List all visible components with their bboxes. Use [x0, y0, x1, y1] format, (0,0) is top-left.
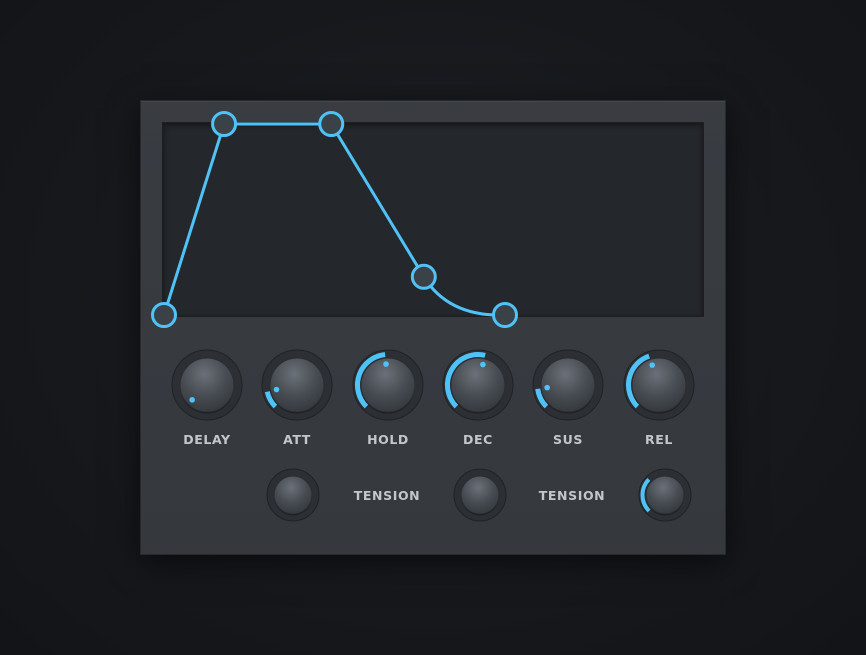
envelope-node-attack-peak[interactable]: [211, 111, 238, 137]
decay-tension-label: TENSION: [353, 488, 421, 503]
release-label: REL: [645, 432, 673, 447]
decay-label: DEC: [463, 432, 493, 447]
release-tension-label: TENSION: [538, 488, 606, 503]
knob-indicator-dot: [189, 397, 195, 403]
envelope-node-hold-end[interactable]: [318, 111, 345, 137]
attack-knob[interactable]: [261, 349, 333, 421]
envelope-node-decay-point[interactable]: [410, 263, 437, 290]
release-tension-knob[interactable]: [638, 468, 692, 522]
release-knob[interactable]: [623, 349, 695, 421]
decay-knob[interactable]: [442, 349, 514, 421]
envelope-node-start[interactable]: [151, 302, 177, 328]
decay-tension-knob[interactable]: [453, 468, 507, 522]
knob-indicator-dot: [480, 361, 486, 368]
knob-indicator-dot: [273, 386, 280, 393]
attack-tension-knob[interactable]: [266, 468, 320, 522]
knob-indicator-dot: [544, 384, 550, 391]
sustain-label: SUS: [553, 432, 583, 447]
envelope-panel: DELAY ATT HOLD DEC SUS REL TENSION TENSI…: [140, 100, 726, 555]
hold-label: HOLD: [367, 432, 409, 447]
attack-label: ATT: [283, 432, 311, 447]
envelope-curve: [162, 122, 507, 317]
delay-knob[interactable]: [171, 349, 243, 421]
sustain-knob[interactable]: [532, 349, 604, 421]
knob-indicator-dot: [383, 361, 389, 367]
knob-indicator-dot: [649, 362, 655, 368]
delay-label: DELAY: [183, 432, 231, 447]
envelope-node-release-end[interactable]: [492, 302, 518, 328]
hold-knob[interactable]: [352, 349, 424, 421]
